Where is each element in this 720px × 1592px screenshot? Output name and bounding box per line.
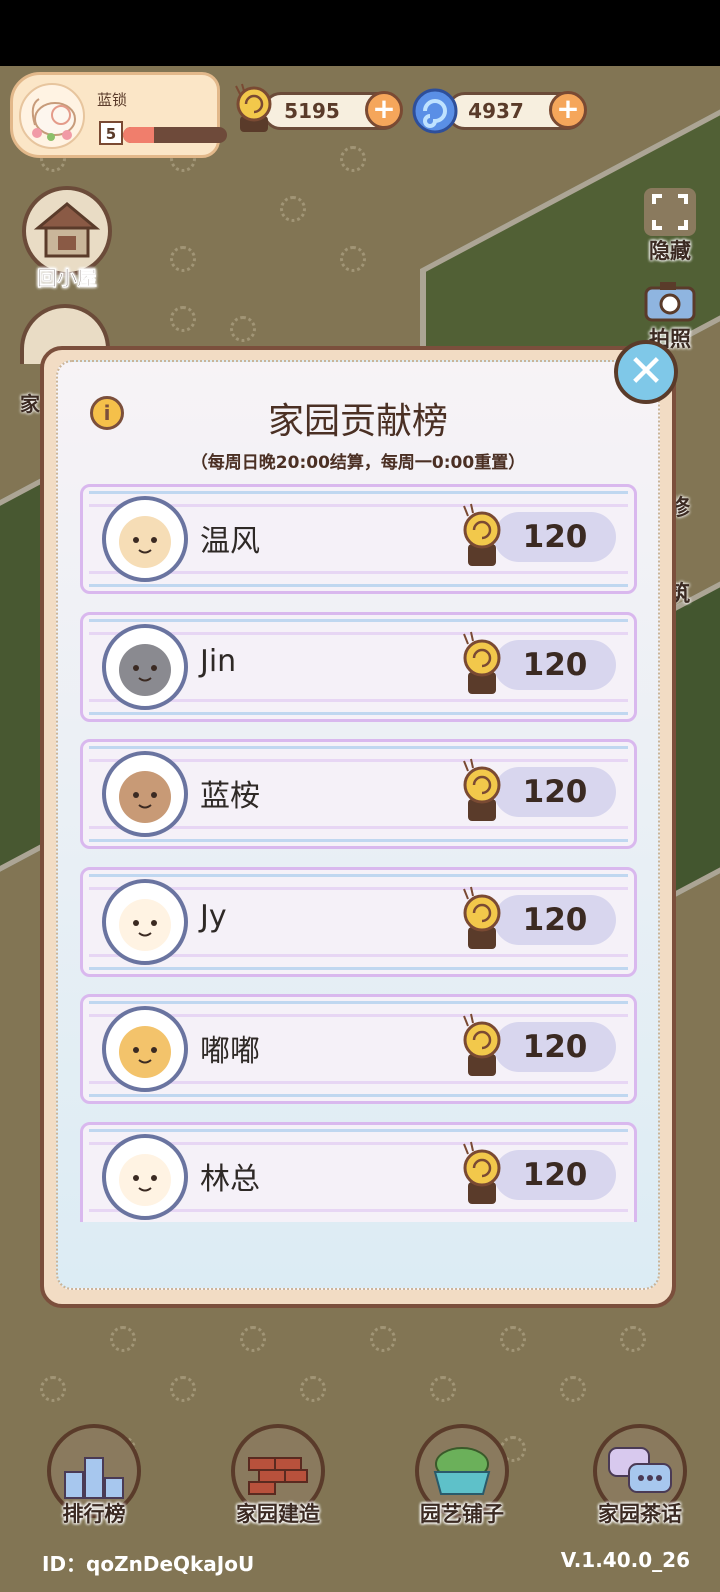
nav-garden-shop-label: 园艺铺子 [420,1502,504,1526]
nav-tea-chat-button[interactable]: 家园茶话 [580,1424,700,1528]
home-label: 回小屋 [37,266,98,291]
nav-ranking-button[interactable]: 排行榜 [34,1424,154,1528]
score-pill: 120 [494,767,616,817]
hide-ui-button[interactable]: 隐藏 [636,186,704,265]
burger-avatar[interactable] [102,878,188,965]
score-value: 120 [522,1156,588,1193]
score-pill: 120 [494,1022,616,1072]
score-pill: 120 [494,512,616,562]
frame-icon [644,188,696,236]
snail-coin-counter: 5195 + [262,91,403,130]
gray-cat-avatar[interactable] [102,623,188,710]
snail-trophy-icon [463,886,501,949]
modal-subtitle: （每周日晚20:00结算，每周一0:00重置） [190,453,526,473]
snail-trophy-icon [463,503,501,566]
left-side-partial-label: 家 [20,392,40,416]
player-name: 林总 [200,1161,260,1197]
score-value: 120 [522,646,588,683]
player-name: 温风 [200,524,260,559]
score-value: 120 [522,519,588,555]
blue-swirl-icon [412,88,458,134]
level-progress-bar [123,127,227,143]
player-name: Jy [200,898,227,934]
status-bar [0,0,720,66]
close-button[interactable]: ✕ [614,340,678,404]
player-avatar[interactable] [19,83,85,149]
player-name: Jin [200,643,237,679]
snail-trophy-icon [463,631,501,694]
score-value: 120 [522,901,588,938]
nav-build-label: 家园建造 [236,1502,320,1526]
camera-icon [644,282,696,322]
ranking-row[interactable]: 温风 120 [76,480,641,598]
modal-title: 家园贡献榜 [267,401,448,442]
blue-swirl-value: 4937 [468,99,524,123]
score-value: 120 [522,774,588,810]
ranking-row[interactable]: 蓝桉 120 [76,735,641,853]
ranking-list[interactable]: 温风 120 Jin 120 蓝桉 120 Jy 120 嘟嘟 120 林总 120 [76,480,641,1222]
snail-trophy-icon [463,1013,501,1076]
player-name: 蓝桉 [200,779,260,814]
home-button[interactable]: 回小屋 [22,186,112,291]
level-badge: 5 [99,121,123,145]
nav-garden-shop-button[interactable]: 园艺铺子 [402,1424,522,1528]
snail-trophy-icon [463,1141,501,1204]
ranking-row[interactable]: Jin 120 [76,608,641,726]
version-label: V.1.40.0_26 [560,1548,690,1572]
burger-avatar[interactable] [102,1133,188,1220]
player-card[interactable]: 蓝锁 5 [10,72,227,158]
score-pill: 120 [494,639,616,690]
blue-swirl-counter: 4937 + [446,91,587,130]
snail-trophy-icon [463,758,501,821]
hide-label: 隐藏 [649,239,691,263]
cat-chef-avatar[interactable] [102,1006,188,1092]
score-pill: 120 [494,1149,616,1200]
koi-fish-avatar[interactable] [102,496,188,582]
snail-coin-icon [235,83,272,132]
nav-ranking-label: 排行榜 [62,1502,126,1526]
ranking-row[interactable]: 嘟嘟 120 [76,990,641,1108]
player-name: 嘟嘟 [200,1034,260,1069]
add-snail-coin-button[interactable]: + [365,91,403,129]
score-pill: 120 [494,894,616,945]
bear-avatar[interactable] [102,751,188,837]
close-icon: ✕ [627,346,665,397]
nav-build-button[interactable]: 家园建造 [218,1424,338,1528]
ranking-row[interactable]: Jy 120 [76,863,641,981]
user-id: ID：qoZnDeQkaJoU [42,1552,255,1576]
player-name: 蓝锁 [97,91,128,109]
ranking-row[interactable]: 林总 120 [76,1118,641,1222]
score-value: 120 [522,1029,588,1065]
nav-tea-chat-label: 家园茶话 [598,1502,682,1526]
add-blue-swirl-button[interactable]: + [549,91,587,129]
